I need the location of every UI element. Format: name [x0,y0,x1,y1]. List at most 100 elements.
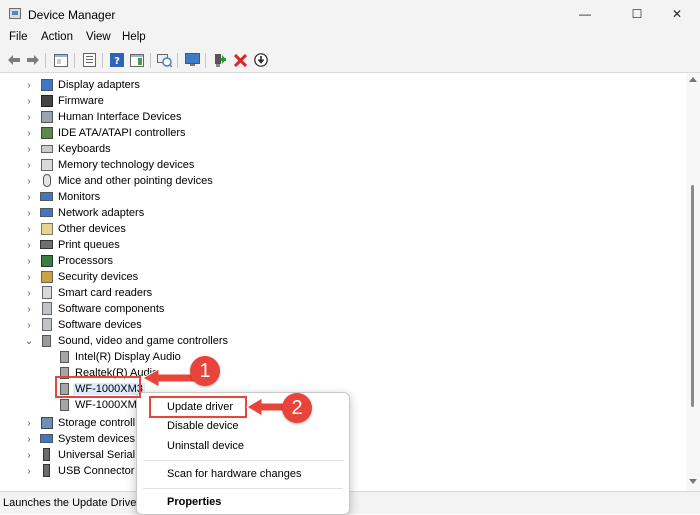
speaker-icon [60,351,69,363]
menu-view[interactable]: View [86,31,111,43]
chevron-right-icon[interactable]: › [24,125,34,141]
tree-item-security-devices[interactable]: › Security devices [0,269,686,285]
chevron-right-icon[interactable]: › [24,269,34,285]
toolbar-separator [150,53,151,68]
chevron-right-icon[interactable]: › [24,447,34,463]
tree-item-label: Display adapters [58,79,140,91]
chevron-right-icon[interactable]: › [24,431,34,447]
chevron-right-icon[interactable]: › [24,173,34,189]
chevron-right-icon[interactable]: › [24,285,34,301]
tree-item-label: Security devices [58,271,139,283]
ide-controller-icon [41,127,53,139]
tree-item-other-devices[interactable]: › Other devices [0,221,686,237]
highlight-box-update-driver [149,396,247,418]
chevron-right-icon[interactable]: › [24,157,34,173]
back-arrow-icon[interactable] [5,51,23,69]
network-adapter-icon [40,208,53,217]
smart-card-icon [42,286,52,299]
tree-item-display-adapters[interactable]: › Display adapters [0,77,686,93]
monitor-icon[interactable] [183,51,201,69]
tree-item-monitors[interactable]: › Monitors [0,189,686,205]
update-driver-icon[interactable] [252,51,270,69]
tree-item-hid[interactable]: › Human Interface Devices [0,109,686,125]
menu-item-scan-hardware[interactable]: Scan for hardware changes [167,468,302,480]
chevron-right-icon[interactable]: › [24,253,34,269]
tree-item-firmware[interactable]: › Firmware [0,93,686,109]
usb-connector-icon [43,464,50,477]
tree-item-software-components[interactable]: › Software components [0,301,686,317]
menu-item-disable-device[interactable]: Disable device [167,420,239,432]
step-badge-1: 1 [190,356,220,386]
scan-hardware-icon[interactable] [155,51,173,69]
minimize-button[interactable]: — [562,0,608,28]
device-manager-icon [9,8,21,19]
tree-item-ide-controllers[interactable]: › IDE ATA/ATAPI controllers [0,125,686,141]
tree-item-label: Software devices [58,319,142,331]
chevron-right-icon[interactable]: › [24,109,34,125]
help-icon[interactable]: ? [108,51,126,69]
tree-item-memory-devices[interactable]: › Memory technology devices [0,157,686,173]
uninstall-device-icon[interactable] [231,51,249,69]
menu-action[interactable]: Action [41,31,73,43]
toolbar-separator [205,53,206,68]
tree-item-intel-display-audio[interactable]: Intel(R) Display Audio [0,349,686,365]
scroll-up-icon[interactable] [689,77,697,82]
speaker-icon [42,335,51,347]
tree-item-label: Software components [58,303,165,315]
action-pane-icon[interactable] [128,51,146,69]
chevron-right-icon[interactable]: › [24,415,34,431]
menu-item-uninstall-device[interactable]: Uninstall device [167,440,244,452]
title-bar: Device Manager — ☐ ✕ [0,0,700,28]
chevron-right-icon[interactable]: › [24,189,34,205]
tree-item-sound-video-game[interactable]: ⌄ Sound, video and game controllers [0,333,686,349]
mouse-icon [43,174,51,187]
chevron-right-icon[interactable]: › [24,301,34,317]
chevron-right-icon[interactable]: › [24,77,34,93]
chevron-right-icon[interactable]: › [24,237,34,253]
chevron-right-icon[interactable]: › [24,317,34,333]
tree-item-label: Memory technology devices [58,159,195,171]
tree-item-smart-card-readers[interactable]: › Smart card readers [0,285,686,301]
toolbar-separator [74,53,75,68]
menu-file[interactable]: File [9,31,28,43]
tree-item-label: Mice and other pointing devices [58,175,213,187]
menu-help[interactable]: Help [122,31,146,43]
chevron-right-icon[interactable]: › [24,93,34,109]
close-button[interactable]: ✕ [654,0,700,28]
chevron-right-icon[interactable]: › [24,463,34,479]
tree-item-label: Firmware [58,95,104,107]
tree-item-label: Storage controll [58,417,136,429]
system-device-icon [40,434,53,443]
printer-icon [40,240,53,249]
tree-item-processors[interactable]: › Processors [0,253,686,269]
toolbar-separator [102,53,103,68]
tree-item-network-adapters[interactable]: › Network adapters [0,205,686,221]
tree-item-print-queues[interactable]: › Print queues [0,237,686,253]
scroll-down-icon[interactable] [689,479,697,484]
chevron-right-icon[interactable]: › [24,221,34,237]
tree-item-software-devices[interactable]: › Software devices [0,317,686,333]
menu-item-properties[interactable]: Properties [167,496,221,508]
security-device-icon [41,271,53,283]
tree-item-keyboards[interactable]: › Keyboards [0,141,686,157]
tree-item-label: USB Connector [58,465,135,477]
software-component-icon [42,302,52,315]
tree-item-label: Universal Serial I [58,449,142,461]
chevron-right-icon[interactable]: › [24,205,34,221]
chevron-right-icon[interactable]: › [24,141,34,157]
console-tree-icon[interactable] [52,51,70,69]
tree-item-mice[interactable]: › Mice and other pointing devices [0,173,686,189]
vertical-scrollbar[interactable] [686,73,700,491]
properties-icon[interactable] [80,51,98,69]
chevron-down-icon[interactable]: ⌄ [24,333,34,349]
software-device-icon [42,318,52,331]
window-title: Device Manager [28,8,116,22]
step-badge-2: 2 [282,393,312,423]
forward-arrow-icon[interactable] [24,51,42,69]
scroll-thumb[interactable] [691,185,694,407]
menu-separator [143,488,343,489]
tree-item-label: Sound, video and game controllers [58,335,228,347]
enable-device-icon[interactable] [211,51,229,69]
display-adapter-icon [41,79,53,91]
hid-icon [41,111,53,123]
